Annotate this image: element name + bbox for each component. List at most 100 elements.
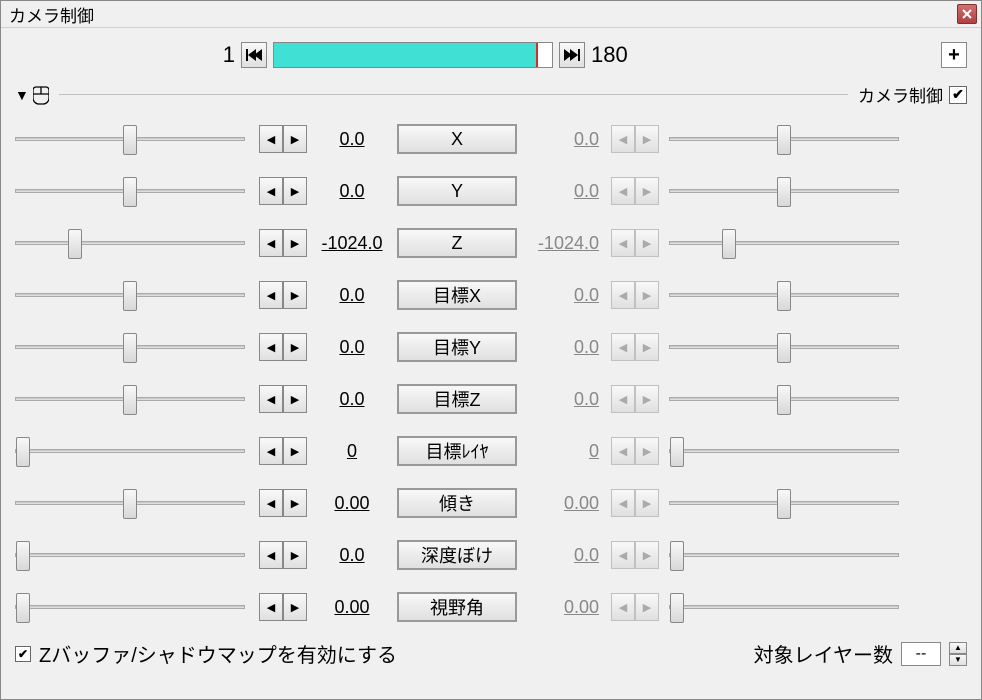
add-button[interactable]: + (941, 42, 967, 68)
value-right[interactable]: -1024.0 (517, 233, 603, 254)
decrement-left-button[interactable]: ◀ (259, 177, 283, 205)
value-left[interactable]: 0.00 (307, 597, 397, 618)
slider-left[interactable] (15, 395, 245, 403)
slider-left[interactable] (15, 551, 245, 559)
value-right[interactable]: 0.0 (517, 285, 603, 306)
increment-right-button[interactable]: ▶ (635, 281, 659, 309)
decrement-left-button[interactable]: ◀ (259, 437, 283, 465)
decrement-right-button[interactable]: ◀ (611, 489, 635, 517)
param-label-button[interactable]: 深度ぼけ (397, 540, 517, 570)
decrement-right-button[interactable]: ◀ (611, 281, 635, 309)
increment-left-button[interactable]: ▶ (283, 385, 307, 413)
decrement-right-button[interactable]: ◀ (611, 385, 635, 413)
increment-left-button[interactable]: ▶ (283, 281, 307, 309)
slider-right[interactable] (669, 187, 899, 195)
value-left[interactable]: 0.0 (307, 389, 397, 410)
decrement-left-button[interactable]: ◀ (259, 593, 283, 621)
value-left[interactable]: 0.0 (307, 545, 397, 566)
decrement-right-button[interactable]: ◀ (611, 437, 635, 465)
slider-right[interactable] (669, 603, 899, 611)
param-label-button[interactable]: Z (397, 228, 517, 258)
increment-left-button[interactable]: ▶ (283, 177, 307, 205)
value-left[interactable]: 0.0 (307, 337, 397, 358)
decrement-left-button[interactable]: ◀ (259, 541, 283, 569)
value-right[interactable]: 0 (517, 441, 603, 462)
value-right[interactable]: 0.0 (517, 181, 603, 202)
increment-right-button[interactable]: ▶ (635, 177, 659, 205)
increment-right-button[interactable]: ▶ (635, 229, 659, 257)
slider-right[interactable] (669, 239, 899, 247)
param-label-button[interactable]: 目標Y (397, 332, 517, 362)
decrement-right-button[interactable]: ◀ (611, 541, 635, 569)
decrement-right-button[interactable]: ◀ (611, 177, 635, 205)
increment-right-button[interactable]: ▶ (635, 541, 659, 569)
value-right[interactable]: 0.0 (517, 389, 603, 410)
slider-left[interactable] (15, 135, 245, 143)
value-left[interactable]: 0.0 (307, 285, 397, 306)
decrement-left-button[interactable]: ◀ (259, 125, 283, 153)
param-label-button[interactable]: 傾き (397, 488, 517, 518)
slider-left[interactable] (15, 499, 245, 507)
slider-left[interactable] (15, 239, 245, 247)
slider-right[interactable] (669, 447, 899, 455)
slider-right[interactable] (669, 291, 899, 299)
slider-right[interactable] (669, 499, 899, 507)
timeline-track[interactable] (273, 42, 553, 68)
increment-right-button[interactable]: ▶ (635, 333, 659, 361)
increment-left-button[interactable]: ▶ (283, 333, 307, 361)
param-label-button[interactable]: 目標Z (397, 384, 517, 414)
layer-down-button[interactable]: ▼ (949, 654, 967, 666)
target-layer-input[interactable]: -- (901, 642, 941, 666)
increment-left-button[interactable]: ▶ (283, 489, 307, 517)
value-left[interactable]: -1024.0 (307, 233, 397, 254)
increment-right-button[interactable]: ▶ (635, 385, 659, 413)
increment-left-button[interactable]: ▶ (283, 437, 307, 465)
increment-right-button[interactable]: ▶ (635, 437, 659, 465)
titlebar[interactable]: カメラ制御 (1, 1, 981, 28)
close-button[interactable] (957, 4, 977, 24)
slider-right[interactable] (669, 395, 899, 403)
decrement-left-button[interactable]: ◀ (259, 281, 283, 309)
param-label-button[interactable]: 目標X (397, 280, 517, 310)
param-label-button[interactable]: 視野角 (397, 592, 517, 622)
decrement-left-button[interactable]: ◀ (259, 489, 283, 517)
slider-left[interactable] (15, 343, 245, 351)
slider-left[interactable] (15, 603, 245, 611)
increment-left-button[interactable]: ▶ (283, 541, 307, 569)
layer-up-button[interactable]: ▲ (949, 642, 967, 654)
increment-left-button[interactable]: ▶ (283, 593, 307, 621)
slider-left[interactable] (15, 187, 245, 195)
increment-right-button[interactable]: ▶ (635, 489, 659, 517)
value-left[interactable]: 0.0 (307, 181, 397, 202)
decrement-left-button[interactable]: ◀ (259, 385, 283, 413)
value-right[interactable]: 0.00 (517, 597, 603, 618)
camera-control-checkbox[interactable]: ✔ (949, 86, 967, 104)
param-label-button[interactable]: X (397, 124, 517, 154)
decrement-left-button[interactable]: ◀ (259, 229, 283, 257)
value-right[interactable]: 0.0 (517, 337, 603, 358)
seek-end-button[interactable] (559, 42, 585, 68)
slider-left[interactable] (15, 291, 245, 299)
value-left[interactable]: 0 (307, 441, 397, 462)
param-label-button[interactable]: 目標ﾚｲﾔ (397, 436, 517, 466)
slider-right[interactable] (669, 135, 899, 143)
collapse-toggle[interactable]: ▼ (15, 87, 29, 103)
value-right[interactable]: 0.0 (517, 545, 603, 566)
value-left[interactable]: 0.00 (307, 493, 397, 514)
zbuffer-checkbox[interactable]: ✔ (15, 646, 31, 662)
decrement-right-button[interactable]: ◀ (611, 229, 635, 257)
decrement-right-button[interactable]: ◀ (611, 333, 635, 361)
decrement-left-button[interactable]: ◀ (259, 333, 283, 361)
increment-left-button[interactable]: ▶ (283, 229, 307, 257)
increment-right-button[interactable]: ▶ (635, 593, 659, 621)
seek-start-button[interactable] (241, 42, 267, 68)
value-left[interactable]: 0.0 (307, 129, 397, 150)
slider-left[interactable] (15, 447, 245, 455)
increment-left-button[interactable]: ▶ (283, 125, 307, 153)
increment-right-button[interactable]: ▶ (635, 125, 659, 153)
slider-right[interactable] (669, 343, 899, 351)
decrement-right-button[interactable]: ◀ (611, 593, 635, 621)
value-right[interactable]: 0.00 (517, 493, 603, 514)
slider-right[interactable] (669, 551, 899, 559)
value-right[interactable]: 0.0 (517, 129, 603, 150)
